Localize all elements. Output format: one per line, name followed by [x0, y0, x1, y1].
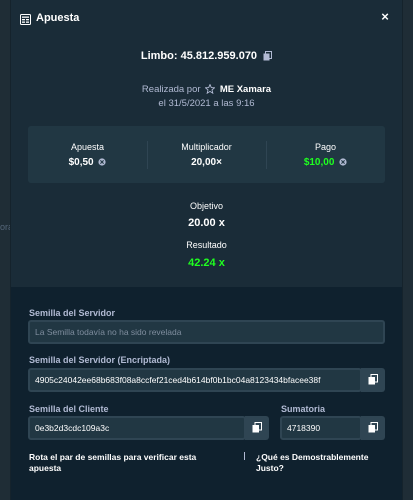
placed-by: Realizada por ME Xamara	[11, 84, 402, 95]
stat-bet: Apuesta $0,50	[28, 126, 147, 183]
close-icon: ×	[381, 9, 389, 24]
stat-payout-label: Pago	[314, 142, 337, 152]
receipt-icon	[20, 14, 31, 25]
stat-payout: Pago $10,00	[266, 126, 385, 183]
target-value: 20.00 x	[188, 217, 225, 229]
coin-icon	[98, 158, 107, 166]
server-seed-hashed-field[interactable]: 4905c24042ee68b683f08a8ccfef21ced4b614bf…	[28, 368, 362, 392]
stat-multiplier-value: 20,00×	[191, 157, 222, 168]
coin-icon	[339, 158, 347, 166]
copy-client-seed-button[interactable]	[245, 416, 269, 440]
copy-icon	[368, 374, 378, 385]
bet-date: el 31/5/2021 a las 9:16	[158, 98, 255, 109]
modal-header: Apuesta ×	[11, 0, 402, 38]
copy-icon[interactable]	[263, 51, 273, 61]
copy-icon	[252, 422, 262, 433]
stat-payout-value-row: $10,00	[266, 157, 385, 168]
bet-details-section: Apuesta × Limbo: 45.812.959.070 Realizad…	[11, 0, 402, 287]
provably-fair-link[interactable]: ¿Qué es Demostrablemente Justo?	[256, 452, 384, 474]
stat-bet-value-row: $0,50	[28, 157, 147, 168]
game-line: Limbo: 45.812.959.070	[11, 50, 402, 62]
stat-bet-label: Apuesta	[70, 142, 105, 152]
server-seed-hashed-label: Semilla del Servidor (Encriptada)	[29, 355, 171, 365]
result-value: 42.24 x	[188, 257, 225, 269]
modal-title: Apuesta	[36, 12, 80, 24]
result-label: Resultado	[186, 240, 227, 250]
client-seed-field[interactable]: 0e3b2d3cdc109a3c	[28, 416, 246, 440]
game-id-text: Limbo: 45.812.959.070	[140, 50, 258, 62]
nonce-label: Sumatoria	[281, 404, 326, 414]
stat-multiplier-label: Multiplicador	[181, 142, 232, 152]
copy-icon	[368, 422, 378, 433]
nonce-field[interactable]: 4718390	[280, 416, 362, 440]
footer-separator	[244, 452, 245, 460]
stat-payout-value: $10,00	[303, 157, 335, 168]
placed-prefix: Realizada por	[141, 84, 201, 95]
target-label: Objetivo	[189, 201, 224, 211]
bet-modal: Apuesta × Limbo: 45.812.959.070 Realizad…	[10, 0, 403, 500]
rotate-seed-link[interactable]: Rota el par de semillas para verificar e…	[29, 452, 219, 474]
close-button[interactable]: ×	[378, 10, 392, 24]
server-seed-label: Semilla del Servidor	[29, 308, 116, 318]
copy-nonce-button[interactable]	[361, 416, 385, 440]
copy-server-seed-hashed-button[interactable]	[361, 368, 385, 392]
username-link[interactable]: ME Xamara	[220, 84, 271, 95]
bet-stats-panel: Apuesta $0,50 Multiplicador 20,00× Pago …	[28, 126, 385, 183]
stat-bet-value: $0,50	[68, 157, 94, 168]
server-seed-field: La Semilla todavía no ha sido revelada	[28, 320, 385, 344]
client-seed-label: Semilla del Cliente	[29, 404, 109, 414]
star-icon	[205, 84, 216, 94]
stat-multiplier: Multiplicador 20,00×	[147, 126, 266, 183]
